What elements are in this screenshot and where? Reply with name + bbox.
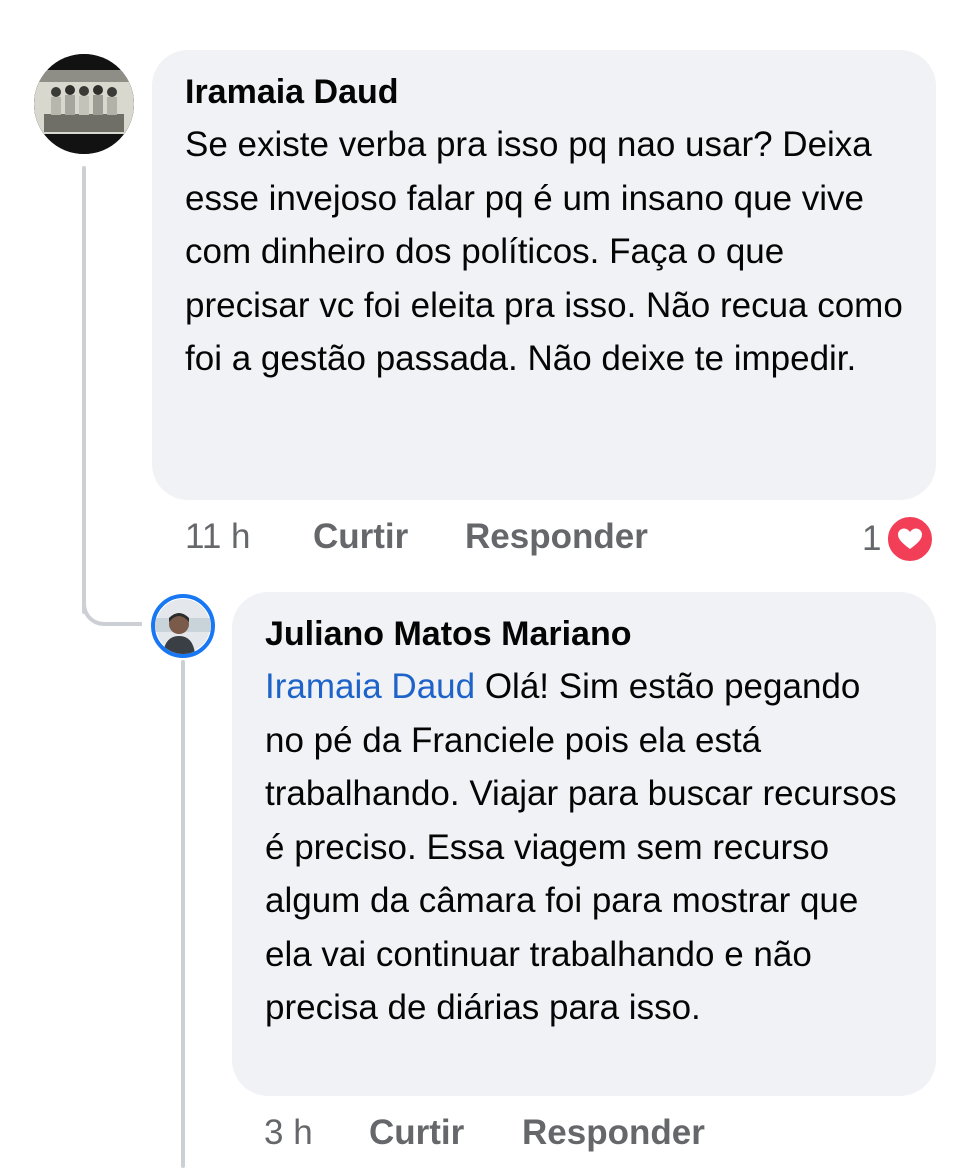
heart-icon (885, 514, 936, 564)
comment-body: Olá! Sim estão pegando no pé da Franciel… (265, 667, 897, 1027)
comment-author[interactable]: Iramaia Daud (185, 70, 906, 114)
comment-text: Se existe verba pra isso pq nao usar? De… (185, 125, 903, 378)
comment-time[interactable]: 11 h (185, 517, 251, 557)
comment-time[interactable]: 3 h (264, 1113, 313, 1153)
reply-connector (82, 560, 142, 626)
avatar[interactable] (151, 594, 215, 658)
comment-text: Iramaia Daud Olá! Sim estão pegando no p… (265, 660, 906, 1035)
reply-button[interactable]: Responder (465, 517, 648, 557)
comment-author[interactable]: Juliano Matos Mariano (265, 612, 906, 656)
reaction-summary[interactable]: 1 (862, 514, 936, 564)
thread-line-reply (181, 660, 185, 1168)
like-button[interactable]: Curtir (369, 1113, 464, 1153)
comment-bubble: Iramaia Daud Se existe verba pra isso pq… (152, 50, 936, 500)
like-button[interactable]: Curtir (313, 517, 408, 557)
thread-line (82, 166, 86, 614)
reply-button[interactable]: Responder (522, 1113, 705, 1153)
avatar[interactable] (34, 54, 134, 154)
reaction-count: 1 (862, 519, 882, 558)
mention-link[interactable]: Iramaia Daud (265, 667, 475, 706)
profile-photo (34, 54, 134, 154)
comment-bubble: Juliano Matos Mariano Iramaia Daud Olá! … (232, 592, 936, 1096)
profile-photo (155, 599, 211, 654)
